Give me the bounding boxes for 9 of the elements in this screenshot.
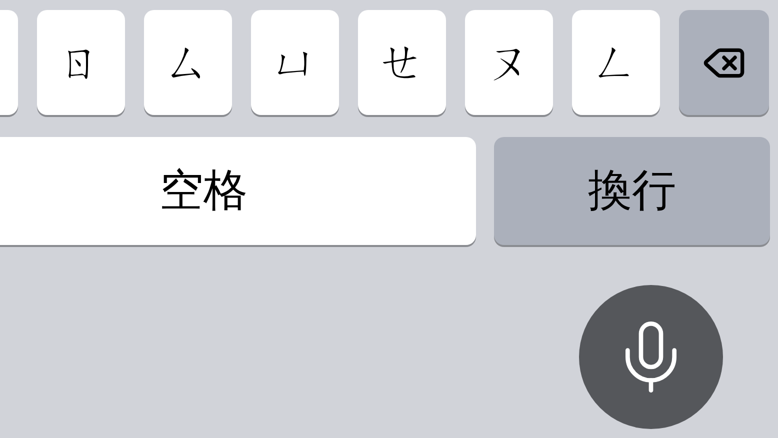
- keyboard-key[interactable]: ㄡ: [465, 10, 553, 115]
- return-key[interactable]: 換行: [494, 137, 770, 245]
- keyboard-key[interactable]: ㄙ: [144, 10, 232, 115]
- delete-key[interactable]: [679, 10, 769, 115]
- keyboard-key[interactable]: ㄥ: [572, 10, 660, 115]
- keyboard-key[interactable]: ㄖ: [37, 10, 125, 115]
- keyboard-key[interactable]: ㄝ: [358, 10, 446, 115]
- keyboard-key[interactable]: ㄩ: [251, 10, 339, 115]
- space-bar[interactable]: 空格: [0, 137, 476, 245]
